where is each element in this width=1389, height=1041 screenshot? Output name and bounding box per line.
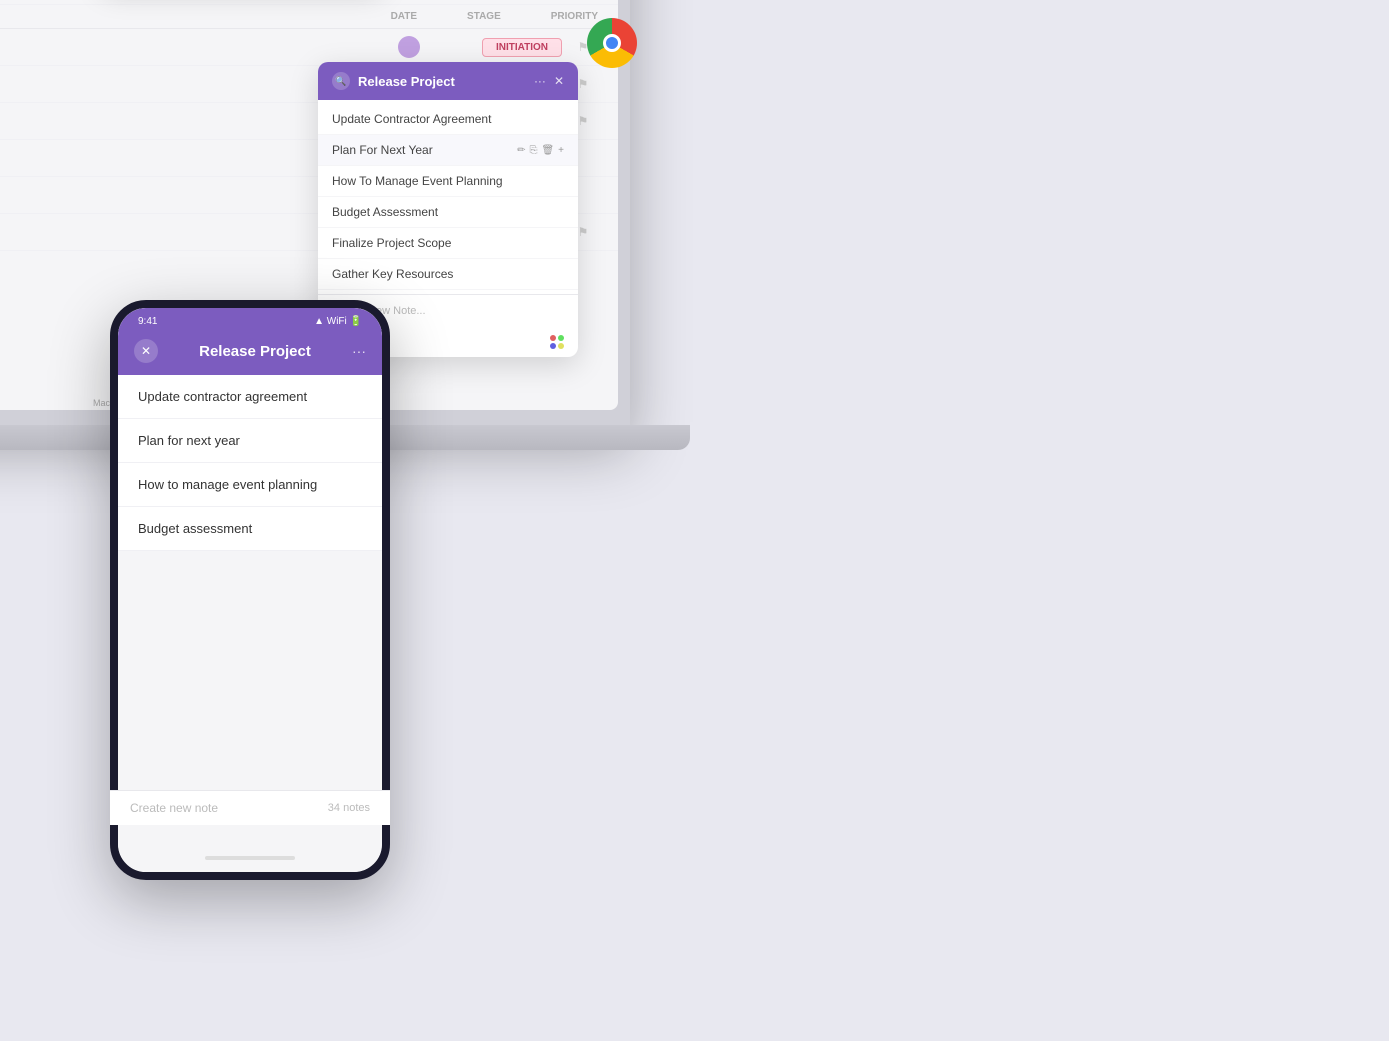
- notes-panel-more-icon[interactable]: ···: [534, 74, 546, 88]
- phone-inner: 9:41 ▲ WiFi 🔋 ✕ Release Project ··· Upda…: [118, 308, 382, 872]
- note-list-item-4[interactable]: Budget Assessment: [318, 197, 578, 228]
- table-headers: DATE STAGE PRIORITY: [0, 5, 618, 29]
- grid-dot-1: [550, 335, 556, 341]
- phone-note-item-4[interactable]: Budget assessment: [118, 507, 382, 551]
- priority-flag-3-icon: ⚑: [578, 114, 589, 128]
- note-list-item-6[interactable]: Gather Key Resources: [318, 259, 578, 290]
- add-icon-2[interactable]: +: [558, 145, 564, 156]
- phone-note-1-label: Update contractor agreement: [138, 389, 307, 404]
- priority-flag-2-icon: ⚑: [578, 77, 589, 91]
- phone-notes-list: Update contractor agreement Plan for nex…: [118, 375, 382, 551]
- phone-note-3-label: How to manage event planning: [138, 477, 317, 492]
- row-1-meta: INITIATION ⚑: [398, 36, 598, 58]
- mobile-phone: 9:41 ▲ WiFi 🔋 ✕ Release Project ··· Upda…: [110, 300, 390, 880]
- edit-icon[interactable]: ✏: [517, 114, 525, 125]
- note-1-label: Update Contractor Agreement: [332, 112, 491, 126]
- delete-icon[interactable]: 🗑: [541, 114, 554, 125]
- phone-note-item-3[interactable]: How to manage event planning: [118, 463, 382, 507]
- notes-panel-title: Release Project: [358, 74, 526, 89]
- phone-project-title: Release Project: [166, 343, 344, 360]
- phone-note-item-2[interactable]: Plan for next year: [118, 419, 382, 463]
- row-1-avatar: [398, 36, 420, 58]
- header-stage: STAGE: [467, 11, 501, 22]
- note-2-label: Plan For Next Year: [332, 143, 433, 157]
- note-list-item-5[interactable]: Finalize Project Scope: [318, 228, 578, 259]
- phone-note-item-1[interactable]: Update contractor agreement: [118, 375, 382, 419]
- phone-close-button[interactable]: ✕: [134, 339, 158, 363]
- phone-bottom-bar: Create new note 34 notes: [118, 790, 382, 825]
- note-3-label: How To Manage Event Planning: [332, 174, 503, 188]
- phone-time: 9:41: [138, 316, 157, 327]
- grid-dot-3: [550, 343, 556, 349]
- table-row-1[interactable]: sment 3 ↻ INITIATION ⚑: [0, 29, 618, 66]
- phone-signal-icons: ▲ WiFi 🔋: [314, 316, 362, 327]
- note-4-label: Budget Assessment: [332, 205, 438, 219]
- notes-panel-close-icon[interactable]: ✕: [554, 74, 564, 88]
- phone-note-4-label: Budget assessment: [138, 521, 252, 536]
- priority-flag-6-icon: ⚑: [578, 225, 589, 239]
- note-list-item-1[interactable]: Update Contractor Agreement ✏ ⎘ 🗑 +: [318, 104, 578, 135]
- copy-icon[interactable]: ⎘: [529, 114, 537, 125]
- chrome-logo: [587, 18, 637, 68]
- add-icon[interactable]: +: [558, 114, 564, 125]
- grid-dot-4: [558, 343, 564, 349]
- copy-icon-2[interactable]: ⎘: [529, 145, 537, 156]
- note-6-label: Gather Key Resources: [332, 267, 453, 281]
- phone-frame: 9:41 ▲ WiFi 🔋 ✕ Release Project ··· Upda…: [110, 300, 390, 880]
- phone-status-bar: 9:41 ▲ WiFi 🔋: [118, 308, 382, 331]
- row-1-stage: INITIATION: [482, 38, 562, 57]
- header-date: DATE: [391, 11, 417, 22]
- notes-list: Update Contractor Agreement ✏ ⎘ 🗑 + Plan…: [318, 100, 578, 294]
- phone-note-2-label: Plan for next year: [138, 433, 240, 448]
- grid-dot-2: [558, 335, 564, 341]
- notes-panel-header: 🔍 Release Project ··· ✕: [318, 62, 578, 100]
- phone-home-indicator: [205, 856, 295, 860]
- note-list-item-2[interactable]: Plan For Next Year ✏ ⎘ 🗑 +: [318, 135, 578, 166]
- phone-header: ✕ Release Project ···: [118, 331, 382, 375]
- notes-search-icon[interactable]: 🔍: [332, 72, 350, 90]
- note-2-actions: ✏ ⎘ 🗑 +: [517, 145, 564, 156]
- note-list-item-3[interactable]: How To Manage Event Planning: [318, 166, 578, 197]
- edit-icon-2[interactable]: ✏: [517, 145, 525, 156]
- delete-icon-2[interactable]: 🗑: [541, 145, 554, 156]
- notes-grid-icon: [550, 335, 564, 349]
- row-1-text: sment 3 ↻: [0, 40, 398, 54]
- phone-notes-count: 34 notes: [328, 802, 370, 814]
- phone-create-label[interactable]: Create new note: [130, 801, 218, 815]
- phone-more-icon[interactable]: ···: [352, 343, 366, 359]
- note-5-label: Finalize Project Scope: [332, 236, 451, 250]
- scene: ⌂ Home 🔔 Notifications 🏆 Goals Spac: [0, 0, 1389, 1041]
